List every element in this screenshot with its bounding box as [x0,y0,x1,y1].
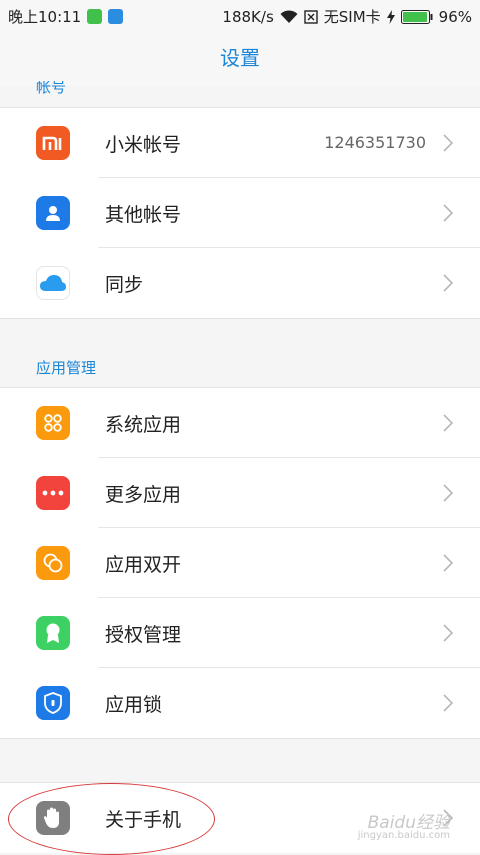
notification-cloud-icon [108,9,124,24]
sim-missing-icon [304,9,318,24]
sim-status: 无SIM卡 [323,8,381,26]
network-speed: 188K/s [222,7,274,26]
account-group: 小米帐号 1246351730 其他帐号 同步 [0,107,480,319]
settings-item-more-apps[interactable]: 更多应用 [0,458,480,528]
chevron-right-icon [443,204,454,222]
battery-icon [400,9,433,24]
settings-item-mi-account[interactable]: 小米帐号 1246351730 [0,108,480,178]
mi-logo-icon [36,126,70,160]
dual-circles-icon [36,546,70,580]
account-number: 1246351730 [324,133,426,152]
settings-item-other-accounts[interactable]: 其他帐号 [0,178,480,248]
item-label: 更多应用 [105,484,182,506]
dots-icon [36,476,70,510]
shield-lock-icon [36,686,70,720]
baidu-watermark-url: jingyan.baidu.com [357,830,450,841]
status-time: 晚上10:11 [8,8,82,26]
settings-item-permissions[interactable]: 授权管理 [0,598,480,668]
settings-item-sync[interactable]: 同步 [0,248,480,318]
status-bar: 晚上10:11 188K/s 无SIM卡 96% [0,0,480,30]
grid-icon [36,406,70,440]
chevron-right-icon [443,554,454,572]
charging-icon [386,9,395,24]
highlight-ellipse [8,783,215,855]
item-label: 同步 [105,274,144,296]
chevron-right-icon [443,274,454,292]
wifi-icon [280,9,298,23]
item-label: 系统应用 [105,414,182,436]
person-icon [36,196,70,230]
item-label: 其他帐号 [105,204,182,226]
battery-percent: 96% [438,7,472,26]
item-label: 授权管理 [105,624,182,646]
chevron-right-icon [443,134,454,152]
chevron-right-icon [443,694,454,712]
notification-app-icon [87,9,103,24]
settings-item-system-apps[interactable]: 系统应用 [0,388,480,458]
page-title: 设置 [0,30,480,86]
chevron-right-icon [443,484,454,502]
chevron-right-icon [443,624,454,642]
settings-item-dual-apps[interactable]: 应用双开 [0,528,480,598]
item-label: 应用锁 [105,694,163,716]
app-management-group: 系统应用 更多应用 应用双开 授权管理 应用锁 [0,387,480,739]
section-header-app-management: 应用管理 [36,359,97,377]
award-icon [36,616,70,650]
cloud-icon [36,266,70,300]
settings-item-app-lock[interactable]: 应用锁 [0,668,480,738]
chevron-right-icon [443,414,454,432]
item-label: 应用双开 [105,554,182,576]
item-label: 小米帐号 [105,134,182,156]
